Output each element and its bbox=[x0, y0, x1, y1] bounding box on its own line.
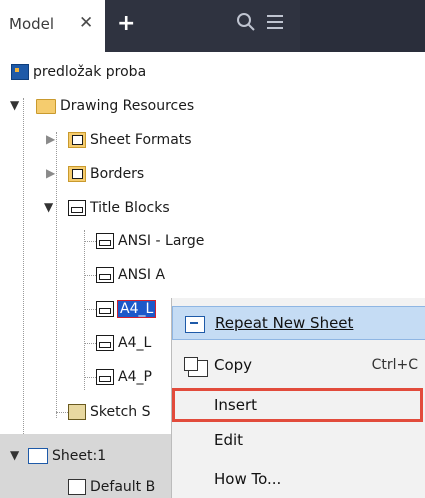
tab-model[interactable]: Model ✕ bbox=[0, 0, 105, 52]
tree-item-label: Sheet Formats bbox=[90, 132, 192, 148]
tree-item-label-selected: A4_L bbox=[116, 300, 157, 318]
menu-item-shortcut: Ctrl+C bbox=[371, 357, 418, 373]
tree-item-label: Sketch S bbox=[90, 404, 151, 420]
tree-item-sheet-1[interactable]: Sheet:1 bbox=[28, 445, 106, 467]
chevron-down-icon[interactable]: ▼ bbox=[10, 448, 19, 462]
tree-guide-line bbox=[84, 309, 96, 310]
search-icon[interactable] bbox=[236, 12, 256, 37]
new-sheet-icon bbox=[185, 316, 205, 333]
menu-item-label: Repeat New Sheet bbox=[215, 314, 354, 332]
tree-guide-line bbox=[84, 241, 96, 242]
sheet-format-icon bbox=[68, 132, 86, 148]
tree-item-label: A4_P bbox=[118, 369, 152, 385]
tree-item-ansi-a[interactable]: ANSI A bbox=[96, 264, 165, 286]
tree-item-title-blocks[interactable]: Title Blocks bbox=[68, 197, 170, 219]
title-block-icon bbox=[96, 301, 114, 317]
folder-icon bbox=[36, 98, 56, 114]
tree-guide-line bbox=[84, 230, 85, 390]
title-block-icon bbox=[96, 233, 114, 249]
menu-item-repeat-new-sheet[interactable]: Repeat New Sheet bbox=[172, 306, 425, 340]
menu-item-insert[interactable]: Insert bbox=[172, 388, 423, 422]
tree-guide-line bbox=[56, 412, 68, 413]
hamburger-menu-icon[interactable] bbox=[266, 12, 284, 36]
menu-item-label: Insert bbox=[214, 396, 258, 414]
tree-item-ansi-large[interactable]: ANSI - Large bbox=[96, 230, 204, 252]
menu-item-label: Copy bbox=[214, 356, 253, 374]
tree-item-label: Borders bbox=[90, 166, 145, 182]
tree-item-sketch-symbols[interactable]: Sketch S bbox=[68, 401, 151, 423]
tree-item-sheet-formats[interactable]: Sheet Formats bbox=[68, 129, 192, 151]
tree-guide-line bbox=[84, 275, 96, 276]
title-block-icon bbox=[96, 335, 114, 351]
title-block-icon bbox=[68, 200, 86, 216]
tree-root-label: predložak proba bbox=[33, 64, 147, 80]
add-tab-icon[interactable]: + bbox=[117, 11, 135, 36]
menu-item-label: How To... bbox=[214, 470, 282, 488]
chevron-down-icon[interactable]: ▼ bbox=[10, 98, 19, 112]
tree-item-label: ANSI - Large bbox=[118, 233, 205, 249]
tree-item-label: Sheet:1 bbox=[52, 448, 107, 464]
tree-item-label: A4_L bbox=[118, 335, 152, 351]
menu-item-copy[interactable]: Copy Ctrl+C bbox=[172, 348, 425, 382]
tree-item-label: Title Blocks bbox=[90, 200, 170, 216]
tree-item-a4-p[interactable]: A4_P bbox=[96, 366, 152, 388]
sketch-symbol-icon bbox=[68, 404, 86, 420]
browser-header: Model ✕ + bbox=[0, 0, 425, 52]
title-block-icon bbox=[96, 267, 114, 283]
tree-item-label: Drawing Resources bbox=[60, 98, 195, 114]
tree-item-default-border[interactable]: Default B bbox=[68, 476, 155, 498]
tree-item-borders[interactable]: Borders bbox=[68, 163, 144, 185]
tree-item-label: Default B bbox=[90, 479, 156, 495]
tree-root[interactable]: predložak proba bbox=[11, 61, 146, 83]
close-icon[interactable]: ✕ bbox=[79, 13, 93, 33]
tab-model-label: Model bbox=[9, 15, 55, 33]
title-block-icon bbox=[96, 369, 114, 385]
chevron-right-icon[interactable]: ▶ bbox=[46, 166, 55, 180]
document-icon bbox=[11, 64, 29, 80]
sheet-icon bbox=[28, 448, 48, 464]
border-icon bbox=[68, 479, 86, 495]
chevron-down-icon[interactable]: ▼ bbox=[44, 200, 53, 214]
tree-guide-line bbox=[84, 377, 96, 378]
menu-item-label: Edit bbox=[214, 431, 244, 449]
tree-guide-line bbox=[84, 343, 96, 344]
tree-guide-line bbox=[56, 132, 57, 418]
tree-item-a4-l-selected[interactable]: A4_L bbox=[96, 298, 157, 320]
chevron-right-icon[interactable]: ▶ bbox=[46, 132, 55, 146]
tree-guide-line bbox=[23, 98, 24, 478]
tree-item-a4-l[interactable]: A4_L bbox=[96, 332, 151, 354]
copy-icon bbox=[184, 357, 208, 377]
tree-item-label: ANSI A bbox=[118, 267, 166, 283]
border-icon bbox=[68, 166, 86, 182]
tree-item-drawing-resources[interactable]: Drawing Resources bbox=[36, 95, 194, 117]
menu-item-edit[interactable]: Edit bbox=[172, 423, 425, 457]
menu-item-how-to[interactable]: How To... bbox=[172, 462, 425, 496]
header-dark-area bbox=[300, 0, 425, 52]
context-menu: Repeat New Sheet Copy Ctrl+C Insert Edit… bbox=[171, 298, 425, 498]
